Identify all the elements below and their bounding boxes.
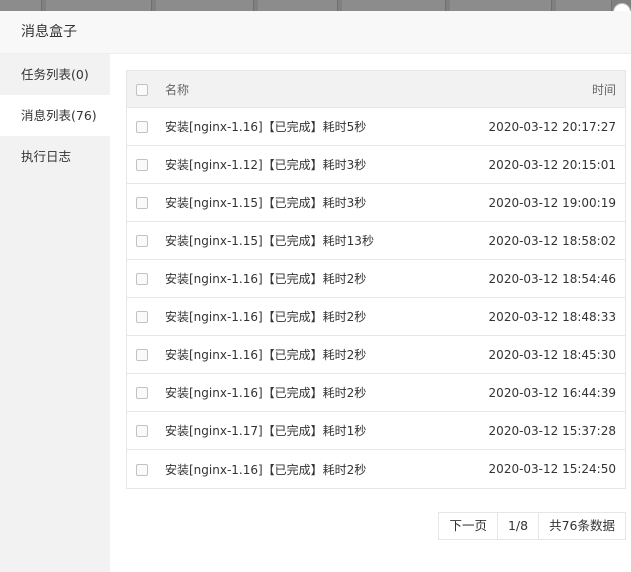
- message-time: 2020-03-12 16:44:39: [488, 385, 616, 400]
- table-row[interactable]: 安装[nginx-1.12]【已完成】耗时3秒 2020-03-12 20:15:…: [127, 146, 625, 184]
- table-header: 名称 时间: [127, 71, 625, 108]
- message-name: 安装[nginx-1.16]【已完成】耗时2秒: [165, 462, 367, 477]
- row-checkbox[interactable]: [136, 463, 148, 476]
- message-time: 2020-03-12 18:48:33: [488, 309, 616, 324]
- message-time: 2020-03-12 15:37:28: [488, 423, 616, 438]
- message-name: 安装[nginx-1.15]【已完成】耗时13秒: [165, 234, 374, 248]
- message-name: 安装[nginx-1.16]【已完成】耗时2秒: [165, 386, 367, 400]
- table-row[interactable]: 安装[nginx-1.16]【已完成】耗时5秒 2020-03-12 20:17:…: [127, 108, 625, 146]
- row-checkbox[interactable]: [136, 197, 148, 209]
- table-row[interactable]: 安装[nginx-1.15]【已完成】耗时13秒 2020-03-12 18:58…: [127, 222, 625, 260]
- row-checkbox[interactable]: [136, 121, 148, 133]
- message-time: 2020-03-12 15:24:50: [488, 462, 616, 476]
- row-checkbox[interactable]: [136, 349, 148, 361]
- message-name: 安装[nginx-1.17]【已完成】耗时1秒: [165, 424, 367, 438]
- row-checkbox[interactable]: [136, 273, 148, 285]
- table-row[interactable]: 安装[nginx-1.17]【已完成】耗时1秒 2020-03-12 15:37:…: [127, 412, 625, 450]
- message-name: 安装[nginx-1.16]【已完成】耗时5秒: [165, 120, 367, 134]
- message-time: 2020-03-12 20:15:01: [488, 157, 616, 172]
- column-header-time: 时间: [591, 82, 616, 97]
- message-time: 2020-03-12 19:00:19: [488, 195, 616, 210]
- column-header-name: 名称: [165, 82, 190, 97]
- dialog-body: 任务列表(0) 消息列表(76) 执行日志 名称 时间 安装[nginx-1.1…: [0, 54, 631, 572]
- message-table: 名称 时间 安装[nginx-1.16]【已完成】耗时5秒 2020-03-12 …: [126, 70, 626, 489]
- row-checkbox[interactable]: [136, 159, 148, 171]
- table-row[interactable]: 安装[nginx-1.15]【已完成】耗时3秒 2020-03-12 19:00:…: [127, 184, 625, 222]
- table-row[interactable]: 安装[nginx-1.16]【已完成】耗时2秒 2020-03-12 16:44:…: [127, 374, 625, 412]
- message-time: 2020-03-12 18:54:46: [488, 271, 616, 286]
- message-name: 安装[nginx-1.16]【已完成】耗时2秒: [165, 310, 367, 324]
- message-time: 2020-03-12 18:58:02: [488, 233, 616, 248]
- message-list-panel: 名称 时间 安装[nginx-1.16]【已完成】耗时5秒 2020-03-12 …: [126, 70, 626, 540]
- message-name: 安装[nginx-1.12]【已完成】耗时3秒: [165, 158, 367, 172]
- message-time: 2020-03-12 20:17:27: [488, 119, 616, 134]
- message-name: 安装[nginx-1.15]【已完成】耗时3秒: [165, 196, 367, 210]
- message-name: 安装[nginx-1.16]【已完成】耗时2秒: [165, 348, 367, 362]
- pagination: 下一页 1/8 共76条数据: [438, 512, 626, 540]
- table-row[interactable]: 安装[nginx-1.16]【已完成】耗时2秒 2020-03-12 18:45:…: [127, 336, 625, 374]
- table-row[interactable]: 安装[nginx-1.16]【已完成】耗时2秒 2020-03-12 18:54:…: [127, 260, 625, 298]
- row-checkbox[interactable]: [136, 387, 148, 399]
- row-checkbox[interactable]: [136, 425, 148, 437]
- row-checkbox[interactable]: [136, 311, 148, 323]
- row-checkbox[interactable]: [136, 235, 148, 247]
- sidebar-item-message-list[interactable]: 消息列表(76): [0, 95, 110, 136]
- message-box-dialog: 消息盒子 任务列表(0) 消息列表(76) 执行日志 名称 时间 安装[ngin…: [0, 11, 631, 572]
- sidebar: 任务列表(0) 消息列表(76) 执行日志: [0, 54, 110, 572]
- next-page-button[interactable]: 下一页: [439, 513, 498, 539]
- page-indicator: 1/8: [498, 513, 540, 539]
- message-name: 安装[nginx-1.16]【已完成】耗时2秒: [165, 272, 367, 286]
- table-row[interactable]: 安装[nginx-1.16]【已完成】耗时2秒 2020-03-12 15:24:…: [127, 450, 625, 488]
- sidebar-item-execution-log[interactable]: 执行日志: [0, 136, 110, 177]
- sidebar-item-task-list[interactable]: 任务列表(0): [0, 54, 110, 95]
- total-count: 共76条数据: [549, 518, 615, 533]
- message-time: 2020-03-12 18:45:30: [488, 347, 616, 362]
- dialog-title: 消息盒子: [0, 11, 631, 54]
- select-all-checkbox[interactable]: [136, 83, 148, 96]
- table-row[interactable]: 安装[nginx-1.16]【已完成】耗时2秒 2020-03-12 18:48:…: [127, 298, 625, 336]
